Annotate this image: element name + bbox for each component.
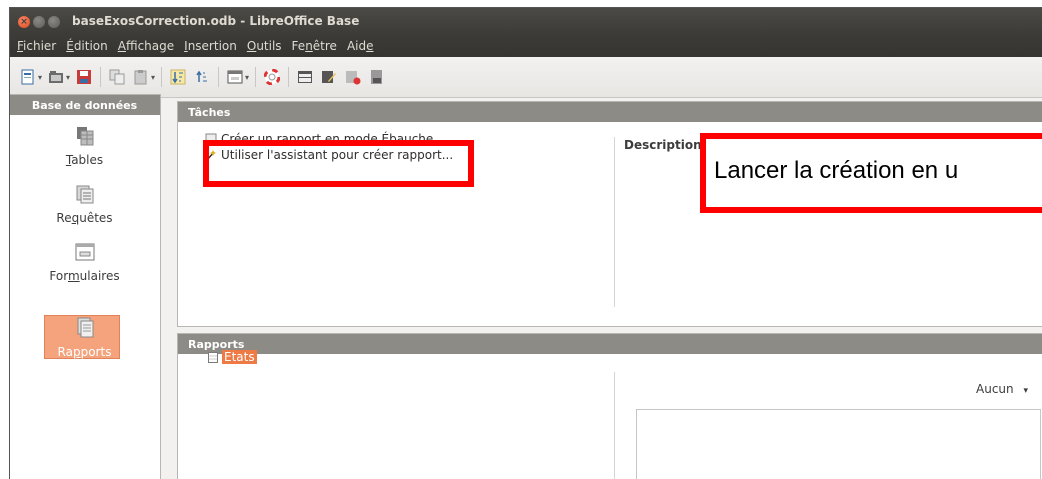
- report-folder-label: Etats: [222, 350, 257, 364]
- delete-icon[interactable]: [345, 69, 361, 85]
- copy-icon[interactable]: [109, 69, 125, 85]
- open-icon[interactable]: [48, 69, 64, 85]
- chevron-down-icon[interactable]: ▾: [38, 73, 42, 82]
- tasks-panel-header: Tâches: [178, 102, 1042, 122]
- menu-fichier[interactable]: Fichier: [12, 39, 61, 53]
- tables-icon: [76, 127, 93, 146]
- menu-edition[interactable]: Édition: [61, 39, 113, 53]
- sidebar-item-forms[interactable]: Formulaires: [10, 241, 160, 283]
- toolbar-separator: [218, 67, 220, 87]
- maximize-icon[interactable]: [48, 16, 60, 28]
- database-panel: Base de données Tables Requêtes Formulai…: [10, 94, 161, 479]
- report-file-icon: [208, 351, 218, 363]
- sort-ascending-icon[interactable]: [170, 69, 186, 85]
- chevron-down-icon[interactable]: ▾: [151, 73, 155, 82]
- paste-icon[interactable]: [133, 69, 149, 85]
- toolbar-separator: [288, 67, 290, 87]
- report-folder-etats[interactable]: Etats: [208, 350, 257, 364]
- preview-mode-value: Aucun: [976, 382, 1014, 396]
- annotation-callout: Lancer la création en u: [700, 133, 1042, 213]
- reports-panel: Rapports Etats Aucun ▾: [177, 333, 1042, 479]
- menu-bar: Fichier Édition Affichage Insertion Outi…: [10, 35, 1042, 57]
- menu-outils[interactable]: Outils: [242, 39, 287, 53]
- sidebar-item-queries[interactable]: Requêtes: [10, 183, 160, 225]
- app-window: × baseExosCorrection.odb - LibreOffice B…: [9, 7, 1042, 479]
- chevron-down-icon[interactable]: ▾: [245, 73, 249, 82]
- database-panel-header: Base de données: [10, 95, 160, 115]
- reports-divider: [614, 372, 615, 479]
- sidebar-item-tables[interactable]: Tables: [10, 125, 160, 167]
- reports-panel-header: Rapports: [178, 334, 1042, 354]
- sort-descending-icon[interactable]: [194, 69, 210, 85]
- menu-fenetre[interactable]: Fenêtre: [287, 39, 342, 53]
- help-lifebuoy-icon[interactable]: [264, 69, 281, 85]
- new-document-icon[interactable]: [20, 69, 36, 85]
- chevron-down-icon[interactable]: ▾: [66, 73, 70, 82]
- form-icon[interactable]: [227, 69, 243, 85]
- description-label: Description: [624, 138, 702, 152]
- toolbar-separator: [161, 67, 163, 87]
- reports-icon: [77, 317, 93, 338]
- forms-icon: [75, 243, 94, 261]
- toolbar-separator: [100, 67, 102, 87]
- queries-icon: [76, 185, 93, 204]
- table-icon[interactable]: [297, 69, 313, 85]
- menu-insertion[interactable]: Insertion: [179, 39, 242, 53]
- title-bar: × baseExosCorrection.odb - LibreOffice B…: [10, 8, 1042, 35]
- menu-affichage[interactable]: Affichage: [113, 39, 179, 53]
- menu-aide[interactable]: Aide: [342, 39, 379, 53]
- close-icon[interactable]: ×: [18, 16, 30, 28]
- window-title: baseExosCorrection.odb - LibreOffice Bas…: [72, 14, 360, 28]
- rename-icon[interactable]: [369, 69, 385, 85]
- toolbar: ▾ ▾ ▾ ▾: [10, 57, 1042, 98]
- tasks-divider: [614, 137, 615, 307]
- minimize-icon[interactable]: [33, 16, 45, 28]
- annotation-highlight-wizard: [203, 140, 474, 187]
- edit-icon[interactable]: [321, 69, 337, 85]
- preview-mode-dropdown[interactable]: Aucun ▾: [976, 382, 1028, 396]
- toolbar-separator: [255, 67, 257, 87]
- annotation-text: Lancer la création en u: [714, 157, 959, 184]
- save-icon[interactable]: [76, 69, 92, 85]
- preview-area: [636, 409, 1041, 479]
- chevron-down-icon: ▾: [1023, 386, 1028, 396]
- sidebar-item-reports[interactable]: Rapports: [10, 315, 160, 359]
